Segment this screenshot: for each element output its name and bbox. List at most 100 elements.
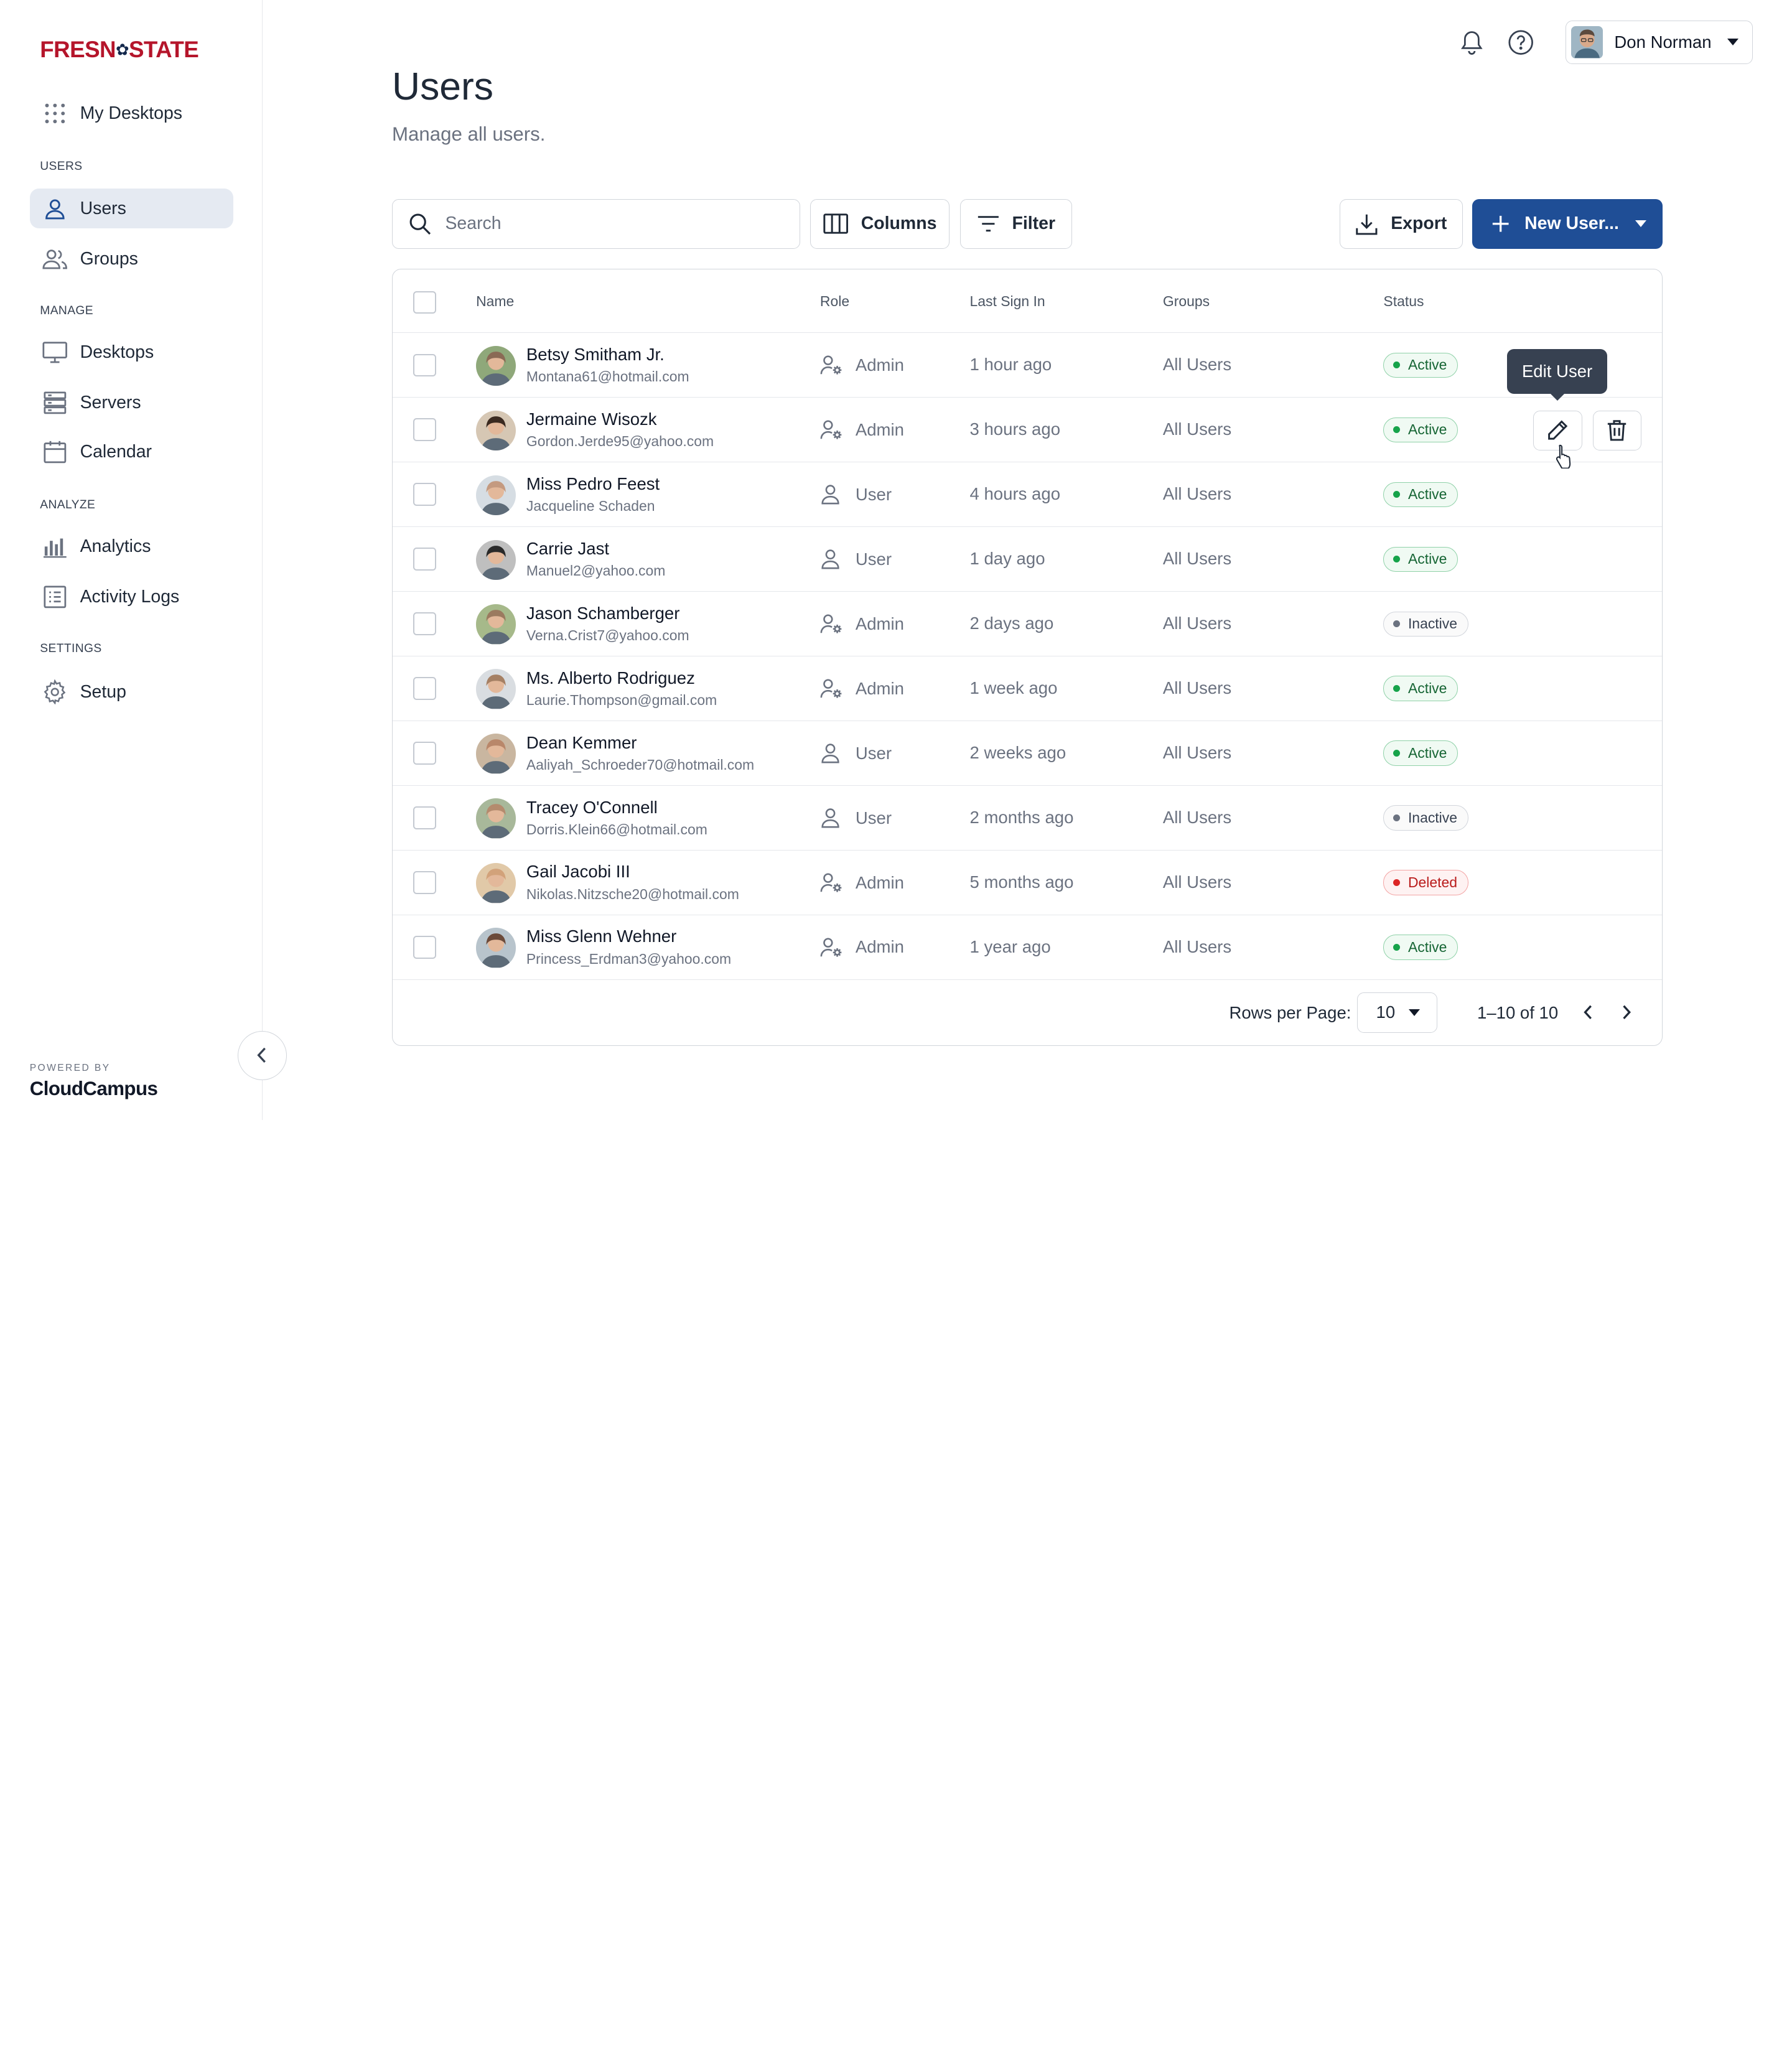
status-label: Active (1407, 421, 1447, 438)
section-label-manage: MANAGE (40, 304, 93, 317)
sidebar-item-setup[interactable]: Setup (30, 672, 233, 712)
user-menu-button[interactable]: Don Norman (1566, 21, 1753, 64)
rows-per-page-select[interactable]: 10 (1357, 992, 1437, 1033)
user-name[interactable]: Jermaine Wisozk (526, 409, 657, 429)
user-name[interactable]: Ms. Alberto Rodriguez (526, 668, 695, 688)
column-header-last-sign-in[interactable]: Last Sign In (970, 293, 1045, 310)
previous-page-button[interactable] (1575, 999, 1600, 1024)
filter-button[interactable]: Filter (959, 198, 1072, 250)
bell-icon[interactable] (1459, 30, 1484, 55)
column-header-role[interactable]: Role (820, 293, 849, 310)
help-icon[interactable] (1508, 30, 1534, 55)
user-name[interactable]: Miss Pedro Feest (526, 474, 660, 494)
sidebar-item-activity-logs[interactable]: Activity Logs (30, 577, 233, 617)
last-sign-in: 1 year ago (969, 936, 1051, 956)
status-badge: Inactive (1383, 805, 1468, 831)
user-name[interactable]: Jason Schamberger (526, 604, 680, 623)
fresno-state-logo[interactable]: FRESN✿STATE (40, 37, 198, 63)
columns-button[interactable]: Columns (810, 198, 950, 250)
user-role: User (820, 549, 892, 569)
rows-per-page-label: Rows per Page: (1229, 1002, 1351, 1022)
status-dot (1393, 814, 1401, 822)
list-icon (42, 584, 67, 609)
role-label: Admin (855, 419, 904, 439)
edit-user-tooltip: Edit User (1506, 349, 1608, 401)
admin-user-icon (820, 872, 843, 893)
user-name[interactable]: Gail Jacobi III (526, 862, 630, 882)
column-header-status[interactable]: Status (1383, 293, 1424, 310)
row-checkbox[interactable] (413, 483, 436, 506)
status-label: Active (1407, 357, 1447, 373)
column-header-groups[interactable]: Groups (1163, 293, 1210, 310)
sidebar-item-calendar[interactable]: Calendar (30, 432, 233, 472)
user-name[interactable]: Dean Kemmer (526, 733, 637, 753)
grid-icon (42, 101, 67, 126)
export-button[interactable]: Export (1339, 198, 1463, 250)
new-user-button[interactable]: New User... (1472, 198, 1663, 250)
table-row[interactable]: Miss Glenn Wehner Princess_Erdman3@yahoo.… (392, 915, 1663, 981)
user-groups: All Users (1162, 808, 1232, 828)
table-row[interactable]: Miss Pedro Feest Jacqueline Schaden User 4 … (392, 462, 1663, 528)
row-checkbox[interactable] (413, 742, 436, 765)
row-checkbox[interactable] (413, 612, 436, 636)
section-label-analyze: ANALYZE (40, 498, 96, 511)
collapse-sidebar-button[interactable] (238, 1030, 287, 1080)
sidebar-item-analytics[interactable]: Analytics (30, 527, 233, 567)
status-badge: Active (1383, 676, 1458, 701)
user-email: Laurie.Thompson@gmail.com (526, 692, 717, 709)
new-user-label: New User... (1524, 213, 1619, 234)
row-checkbox[interactable] (413, 936, 436, 959)
user-groups: All Users (1162, 355, 1232, 375)
row-checkbox[interactable] (413, 353, 436, 377)
user-name[interactable]: Betsy Smitham Jr. (526, 345, 665, 365)
new-user-dropdown-toggle[interactable] (1620, 199, 1663, 250)
search-box[interactable] (391, 198, 800, 250)
status-badge: Active (1383, 546, 1458, 572)
avatar (476, 345, 516, 386)
table-row[interactable]: Ms. Alberto Rodriguez Laurie.Thompson@gma… (392, 656, 1663, 722)
download-icon (1355, 213, 1378, 236)
cloudcampus-logo: CloudCampus (29, 1078, 158, 1099)
app-window: FRESN✿STATE My Desktops USERS Users Grou… (0, 0, 1792, 1120)
table-row[interactable]: Tracey O'Connell Dorris.Klein66@hotmail.c… (392, 786, 1663, 851)
sidebar-item-my-desktops[interactable]: My Desktops (30, 94, 233, 134)
sidebar-item-servers[interactable]: Servers (30, 383, 233, 422)
user-email: Jacqueline Schaden (526, 498, 655, 515)
column-header-name[interactable]: Name (476, 293, 514, 310)
search-input[interactable] (445, 213, 765, 235)
users-icon (42, 246, 67, 271)
next-page-button[interactable] (1614, 999, 1639, 1024)
user-name[interactable]: Miss Glenn Wehner (526, 926, 676, 946)
table-row[interactable]: Gail Jacobi III Nikolas.Nitzsche20@hotmai… (392, 851, 1663, 916)
row-checkbox[interactable] (413, 418, 436, 442)
last-sign-in: 2 weeks ago (969, 743, 1066, 763)
user-role: User (820, 743, 892, 763)
sidebar-item-users[interactable]: Users (29, 189, 233, 229)
sidebar-item-desktops[interactable]: Desktops (30, 332, 233, 372)
table-row[interactable]: Carrie Jast Manuel2@yahoo.com User 1 day ag… (392, 527, 1663, 592)
table-row[interactable]: Jason Schamberger Verna.Crist7@yahoo.com A… (392, 592, 1663, 657)
admin-user-icon (820, 613, 843, 634)
status-dot (1393, 361, 1401, 369)
row-checkbox[interactable] (413, 871, 436, 894)
status-dot (1393, 491, 1401, 498)
select-all-checkbox[interactable] (413, 291, 436, 314)
row-checkbox[interactable] (413, 677, 436, 701)
status-dot (1393, 620, 1401, 628)
sidebar-item-label: Activity Logs (80, 587, 180, 607)
row-checkbox[interactable] (413, 548, 436, 571)
sidebar-item-groups[interactable]: Groups (30, 239, 233, 279)
avatar (476, 475, 516, 515)
new-user-main[interactable]: New User... (1472, 199, 1619, 250)
user-name[interactable]: Carrie Jast (526, 539, 609, 559)
table-row[interactable]: Dean Kemmer Aaliyah_Schroeder70@hotmail.c… (392, 721, 1663, 786)
user-name[interactable]: Tracey O'Connell (526, 798, 658, 818)
user-icon (42, 196, 67, 221)
user-groups: All Users (1162, 484, 1232, 504)
user-email: Nikolas.Nitzsche20@hotmail.com (526, 886, 739, 903)
table-row[interactable]: Betsy Smitham Jr. Montana61@hotmail.com Ad… (392, 333, 1663, 398)
user-groups: All Users (1162, 613, 1232, 633)
delete-user-button[interactable] (1592, 410, 1642, 450)
row-checkbox[interactable] (413, 806, 436, 829)
table-row[interactable]: Jermaine Wisozk Gordon.Jerde95@yahoo.com A… (392, 398, 1663, 463)
